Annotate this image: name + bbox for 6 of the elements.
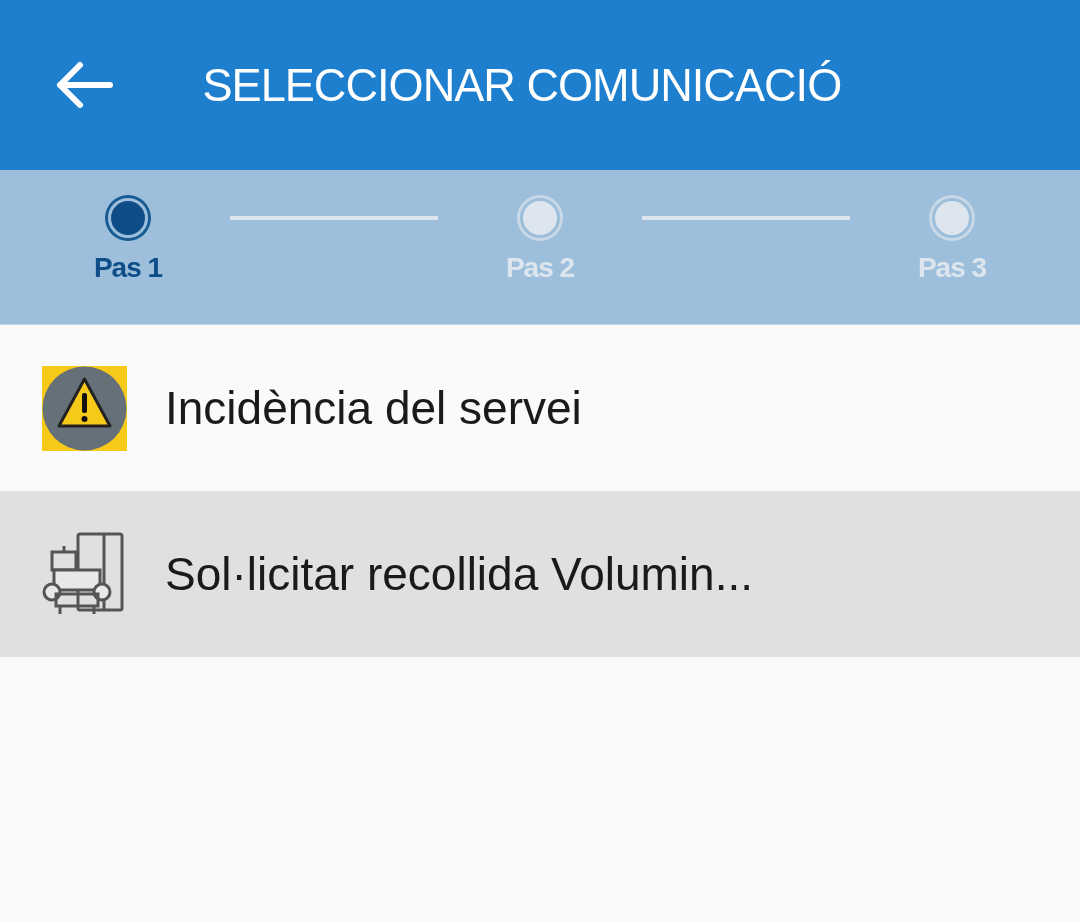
step-label: Pas 3 [917,252,987,284]
step-label: Pas 2 [505,252,575,284]
warning-icon [42,365,127,451]
step-label: Pas 1 [93,252,163,284]
list-item[interactable]: Sol·licitar recollida Volumin... [0,491,1080,657]
screen-title: SELECCIONAR COMUNICACIÓ [202,58,842,112]
